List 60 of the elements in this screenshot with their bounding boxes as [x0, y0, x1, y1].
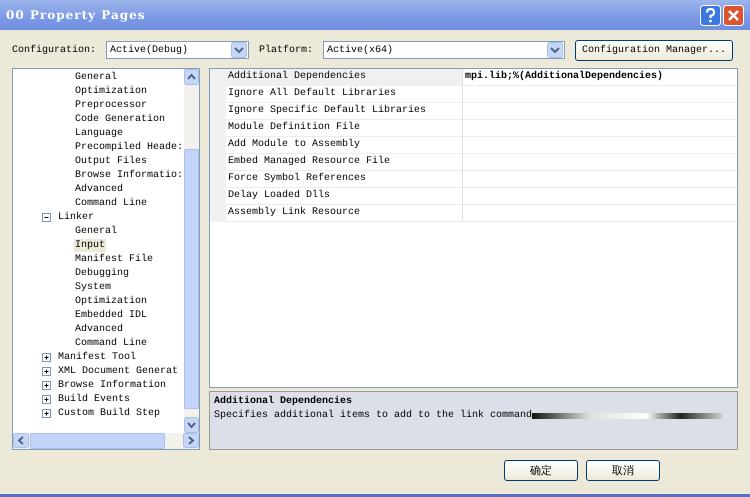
tree-item[interactable]: XML Document Generat: [57, 364, 180, 378]
property-name[interactable]: Force Symbol References: [226, 171, 463, 188]
tree-item[interactable]: Manifest Tool: [57, 350, 138, 364]
property-value[interactable]: mpi.lib;%(AdditionalDependencies): [465, 71, 664, 82]
tree-item[interactable]: Command Line: [74, 196, 148, 210]
tree-item[interactable]: Build Events: [57, 392, 132, 406]
vertical-scrollbar[interactable]: [184, 69, 199, 433]
property-name[interactable]: Delay Loaded Dlls: [226, 188, 463, 205]
tree-item[interactable]: Browse Informatio:: [74, 168, 184, 182]
row-header: [210, 205, 226, 222]
tree-item[interactable]: Advanced: [74, 182, 124, 196]
dialog-button[interactable]: 确定: [504, 460, 578, 481]
description-title: Additional Dependencies: [214, 395, 354, 409]
tree-item[interactable]: Command Line: [74, 336, 148, 350]
scroll-up-icon[interactable]: [184, 69, 199, 85]
horizontal-scrollbar[interactable]: [13, 433, 199, 449]
help-icon[interactable]: [700, 4, 721, 26]
tree-item[interactable]: Browse Information: [57, 378, 168, 392]
dialog-button[interactable]: 取消: [586, 460, 660, 481]
expand-icon[interactable]: [42, 408, 51, 418]
expand-icon[interactable]: [42, 394, 51, 404]
property-name[interactable]: Add Module to Assembly: [226, 137, 463, 154]
property-name[interactable]: Embed Managed Resource File: [226, 154, 463, 171]
tree-item[interactable]: Optimization: [74, 84, 148, 98]
tree-item[interactable]: Output Files: [74, 154, 148, 168]
collapse-icon[interactable]: [42, 212, 51, 222]
tree-item[interactable]: Precompiled Heade:: [74, 140, 184, 154]
tree-item[interactable]: Embedded IDL: [74, 308, 148, 322]
window-title: 00 Property Pages: [6, 8, 146, 22]
tree-item[interactable]: General: [74, 224, 118, 238]
expand-icon[interactable]: [42, 366, 51, 376]
tree-item[interactable]: Input: [74, 238, 106, 252]
expand-icon[interactable]: [42, 380, 51, 390]
close-icon[interactable]: [723, 4, 744, 26]
tree-item[interactable]: Advanced: [74, 322, 124, 336]
tree-item[interactable]: Manifest File: [74, 252, 154, 266]
configuration-manager-button[interactable]: Configuration Manager...: [575, 40, 734, 60]
tree-item[interactable]: System: [74, 280, 112, 294]
tree-item[interactable]: Custom Build Step: [57, 406, 162, 420]
scroll-left-icon[interactable]: [13, 433, 29, 448]
field-label: Configuration:: [12, 44, 96, 56]
field-label: Platform:: [259, 44, 314, 56]
tree-item[interactable]: Linker: [57, 210, 96, 224]
tree-item[interactable]: General: [74, 70, 118, 84]
dropdown[interactable]: Active(Debug): [106, 41, 250, 59]
property-name[interactable]: Module Definition File: [226, 120, 463, 137]
tree-item[interactable]: Debugging: [74, 266, 130, 280]
property-name[interactable]: Ignore Specific Default Libraries: [226, 103, 463, 120]
description-text: Specifies additional items to add to the link command: [214, 409, 532, 423]
dropdown[interactable]: Active(x64): [323, 41, 566, 59]
property-name[interactable]: Ignore All Default Libraries: [226, 86, 463, 103]
expand-icon[interactable]: [42, 352, 51, 362]
scroll-right-icon[interactable]: [183, 433, 199, 448]
tree-item[interactable]: Language: [74, 126, 124, 140]
property-name[interactable]: Additional Dependencies: [226, 69, 463, 86]
tree-item[interactable]: Preprocessor: [74, 98, 148, 112]
scroll-down-icon[interactable]: [184, 417, 199, 433]
tree-item[interactable]: Optimization: [74, 294, 148, 308]
tree-item[interactable]: Code Generation: [74, 112, 166, 126]
property-name[interactable]: Assembly Link Resource: [226, 205, 463, 222]
